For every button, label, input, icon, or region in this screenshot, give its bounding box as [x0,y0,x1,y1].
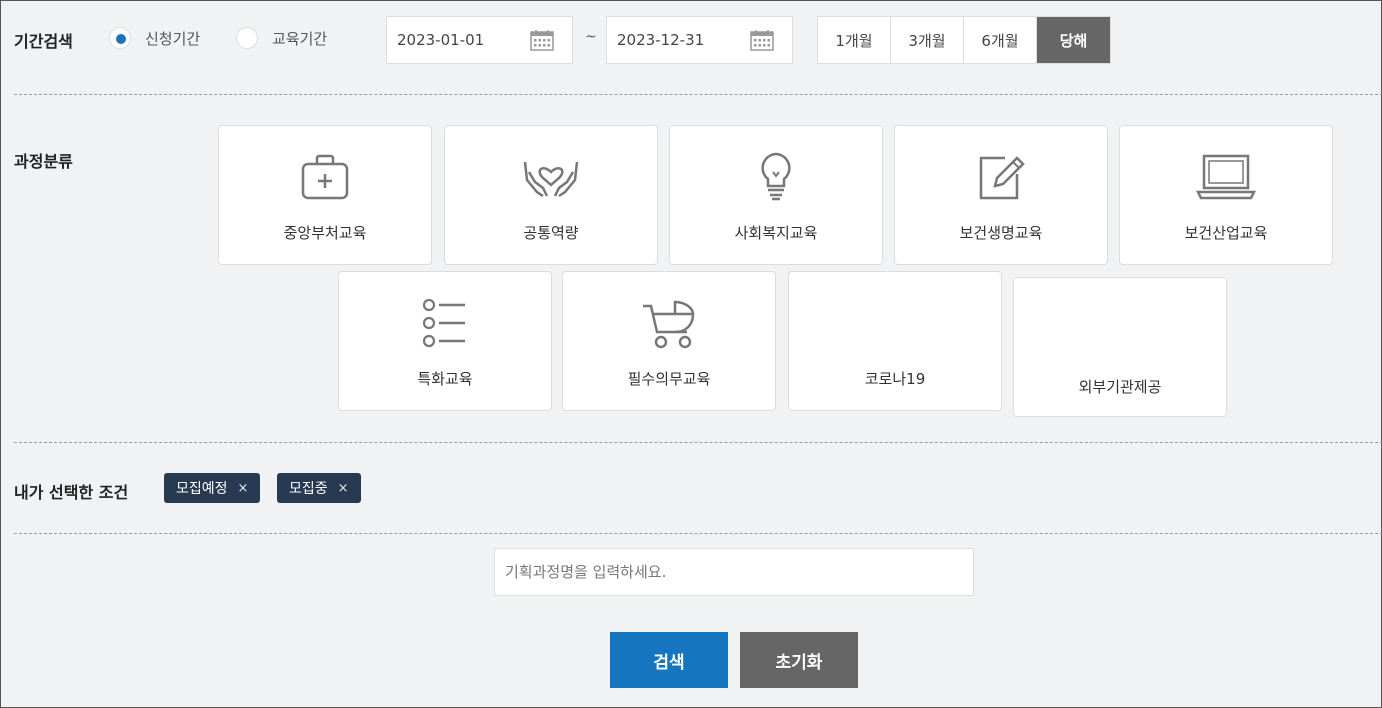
reset-button[interactable]: 초기화 [740,632,858,688]
quick-1-month-button[interactable]: 1개월 [818,17,891,63]
category-card-specialized[interactable]: 특화교육 [338,271,552,411]
radio-education-label: 교육기간 [272,29,328,48]
condition-tag-label: 모집중 [289,481,328,497]
category-card-central-ministry[interactable]: 중앙부처교육 [218,125,432,265]
category-card-mandatory[interactable]: 필수의무교육 [562,271,776,411]
category-card-label: 중앙부처교육 [283,224,367,242]
search-filter-panel: 기간검색 신청기간 교육기간 2023-01-01 ~ 2023-12-31 1… [0,0,1382,708]
category-card-label: 보건산업교육 [1184,224,1268,242]
condition-tag: 모집중 × [277,473,361,503]
radio-application-label: 신청기간 [145,29,201,48]
lightbulb-icon [761,152,791,201]
search-button[interactable]: 검색 [610,632,728,688]
date-separator: ~ [585,29,597,45]
category-card-label: 특화교육 [417,370,473,388]
selected-conditions-label: 내가 선택한 조건 [14,483,129,502]
quick-this-year-button[interactable]: 당해 [1037,17,1110,63]
category-card-social-welfare[interactable]: 사회복지교육 [669,125,883,265]
edit-note-icon [979,156,1025,200]
radio-unselected-icon [236,27,258,49]
category-card-health-life[interactable]: 보건생명교육 [894,125,1108,265]
category-card-common-competency[interactable]: 공통역량 [444,125,658,265]
period-label: 기간검색 [14,32,73,51]
laptop-icon [1196,154,1256,200]
divider [14,94,1382,95]
medical-kit-icon [301,154,349,200]
condition-tag: 모집예정 × [164,473,261,503]
condition-tag-label: 모집예정 [176,481,228,497]
quick-period-group: 1개월 3개월 6개월 당해 [817,16,1111,64]
start-date-field[interactable]: 2023-01-01 [386,16,573,64]
category-card-label: 보건생명교육 [959,224,1043,242]
list-icon [422,298,465,348]
radio-selected-icon [109,27,131,49]
category-card-label: 코로나19 [864,370,926,388]
category-card-label: 사회복지교육 [734,224,818,242]
heart-hands-icon [523,161,579,198]
course-name-search-input[interactable] [494,548,974,596]
end-date-value: 2023-12-31 [617,31,705,49]
radio-education-period[interactable]: 교육기간 [236,27,327,49]
start-date-value: 2023-01-01 [397,31,485,49]
stroller-icon [643,300,695,349]
quick-3-month-button[interactable]: 3개월 [891,17,964,63]
category-card-label: 필수의무교육 [627,370,711,388]
close-icon[interactable]: × [238,481,249,496]
radio-application-period[interactable]: 신청기간 [109,27,200,49]
category-card-label: 외부기관제공 [1078,378,1162,396]
divider [14,533,1382,534]
end-date-field[interactable]: 2023-12-31 [606,16,793,64]
category-card-health-industry[interactable]: 보건산업교육 [1119,125,1333,265]
category-card-external-provider[interactable]: 외부기관제공 [1013,277,1227,417]
calendar-icon[interactable] [530,29,554,51]
close-icon[interactable]: × [338,481,349,496]
category-card-label: 공통역량 [523,224,579,242]
quick-6-month-button[interactable]: 6개월 [964,17,1037,63]
calendar-icon[interactable] [750,29,774,51]
category-card-covid19[interactable]: 코로나19 [788,271,1002,411]
category-label: 과정분류 [14,152,73,171]
divider [14,442,1382,443]
